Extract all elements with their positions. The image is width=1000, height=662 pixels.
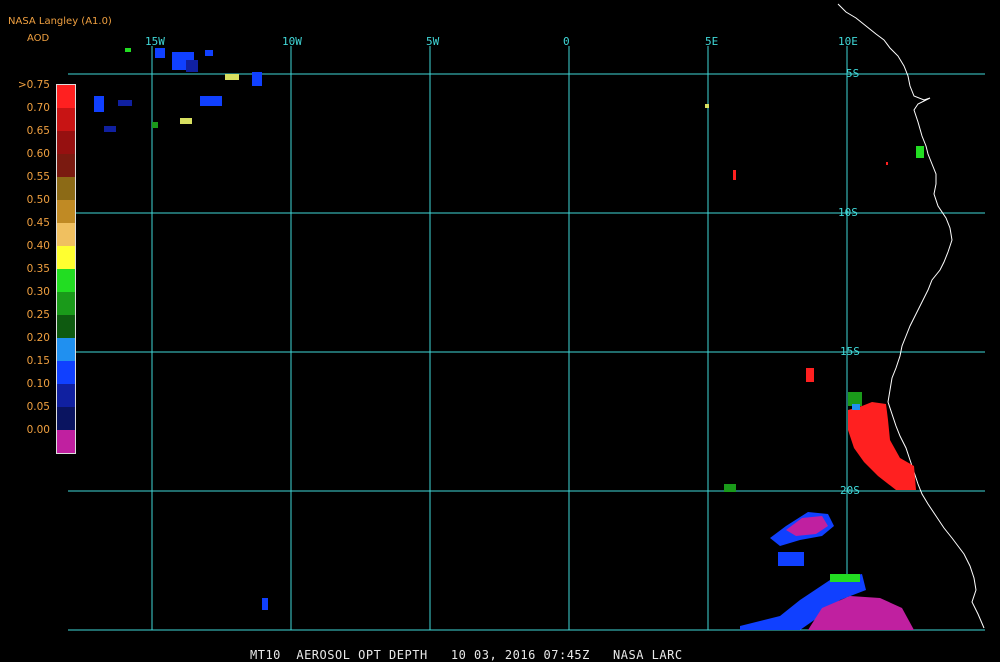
patch-pixel: [125, 48, 131, 52]
patch-pixel: [205, 50, 213, 56]
legend-swatch: [57, 223, 75, 246]
lon-label-5e: 5E: [705, 35, 718, 48]
legend-label: 0.30: [26, 286, 50, 298]
patch-pixel: [155, 48, 165, 58]
patch-angola-coast: [848, 392, 916, 490]
caption-text: MT10 AEROSOL OPT DEPTH 10 03, 2016 07:45…: [250, 648, 683, 662]
legend-label: 0.00: [26, 424, 50, 436]
patch-pixel: [104, 126, 116, 132]
patch-pixel: [733, 170, 736, 180]
legend-unit: AOD: [27, 33, 50, 44]
legend-label: 0.65: [26, 125, 50, 137]
patch-pixel: [200, 96, 222, 106]
lat-label-5s: 5S: [846, 67, 859, 80]
legend-swatch: [57, 154, 75, 177]
lat-label-20s: 20S: [840, 484, 860, 497]
lat-label-10s: 10S: [838, 206, 858, 219]
patch-pixel: [262, 598, 268, 610]
patch-pixel: [778, 552, 804, 566]
patch-pixel: [886, 162, 888, 165]
lon-label-10w: 10W: [282, 35, 302, 48]
legend-label: 0.25: [26, 309, 50, 321]
patch-scattered-east: [262, 104, 924, 610]
legend-source: NASA Langley (A1.0): [8, 16, 112, 27]
legend-label: 0.45: [26, 217, 50, 229]
legend-label: 0.05: [26, 401, 50, 413]
legend-swatch: [57, 246, 75, 269]
patch-pixel: [848, 392, 862, 406]
patch-pixel: [806, 368, 814, 382]
lon-label-10e: 10E: [838, 35, 858, 48]
legend-label: 0.10: [26, 378, 50, 390]
patch-pixel: [118, 100, 132, 106]
legend-label: 0.15: [26, 355, 50, 367]
legend-swatch: [57, 292, 75, 315]
legend-swatches: [56, 84, 76, 454]
patch-pixel: [830, 574, 860, 582]
legend-swatch: [57, 361, 75, 384]
legend-label: 0.40: [26, 240, 50, 252]
lon-label-0: 0: [563, 35, 570, 48]
patch-pixel: [180, 118, 192, 124]
legend-swatch: [57, 269, 75, 292]
legend-label: 0.50: [26, 194, 50, 206]
patch-pixel: [152, 122, 158, 128]
legend-label: 0.35: [26, 263, 50, 275]
legend-swatch: [57, 315, 75, 338]
lon-label-5w: 5W: [426, 35, 440, 48]
legend-label: >0.75: [17, 79, 50, 91]
legend-swatch: [57, 108, 75, 131]
map-caption: MT10 AEROSOL OPT DEPTH 10 03, 2016 07:45…: [0, 634, 1000, 662]
legend-swatch: [57, 384, 75, 407]
patch-south-2: [740, 574, 914, 630]
patch-pixel: [225, 74, 239, 80]
legend-label: 0.70: [26, 102, 50, 114]
legend-label: 0.60: [26, 148, 50, 160]
legend-swatch: [57, 430, 75, 453]
patch-pixel: [724, 484, 736, 492]
patch-pixel: [705, 104, 709, 108]
patch-pixel: [252, 72, 262, 86]
patch-northwest: [94, 48, 262, 132]
patch-south-1: [770, 512, 834, 566]
legend-swatch: [57, 131, 75, 154]
coastline: [837, 3, 985, 629]
legend-swatch: [57, 338, 75, 361]
legend-swatch: [57, 177, 75, 200]
lat-label-15s: 15S: [840, 345, 860, 358]
legend-swatch: [57, 85, 75, 108]
patch-pixel: [916, 146, 924, 158]
patch-shape: [848, 402, 916, 490]
legend-swatch: [57, 407, 75, 430]
graticule: [68, 46, 985, 631]
legend-label: 0.55: [26, 171, 50, 183]
patch-pixel: [852, 404, 860, 410]
aerosol-map: 15W 10W 5W 0 5E 10E 5S 10S 15S 20S: [68, 3, 985, 631]
lon-label-15w: 15W: [145, 35, 165, 48]
patch-pixel: [94, 96, 104, 112]
grid-labels: 15W 10W 5W 0 5E 10E 5S 10S 15S 20S: [145, 35, 860, 497]
aod-legend: NASA Langley (A1.0) AOD >0.75 0.70 0.65 …: [0, 0, 112, 454]
patch-pixel: [186, 60, 198, 72]
legend-label: 0.20: [26, 332, 50, 344]
legend-swatch: [57, 200, 75, 223]
aerosol-patches: [94, 48, 924, 630]
legend-labels: >0.75 0.70 0.65 0.60 0.55 0.50 0.45 0.40…: [6, 78, 50, 446]
